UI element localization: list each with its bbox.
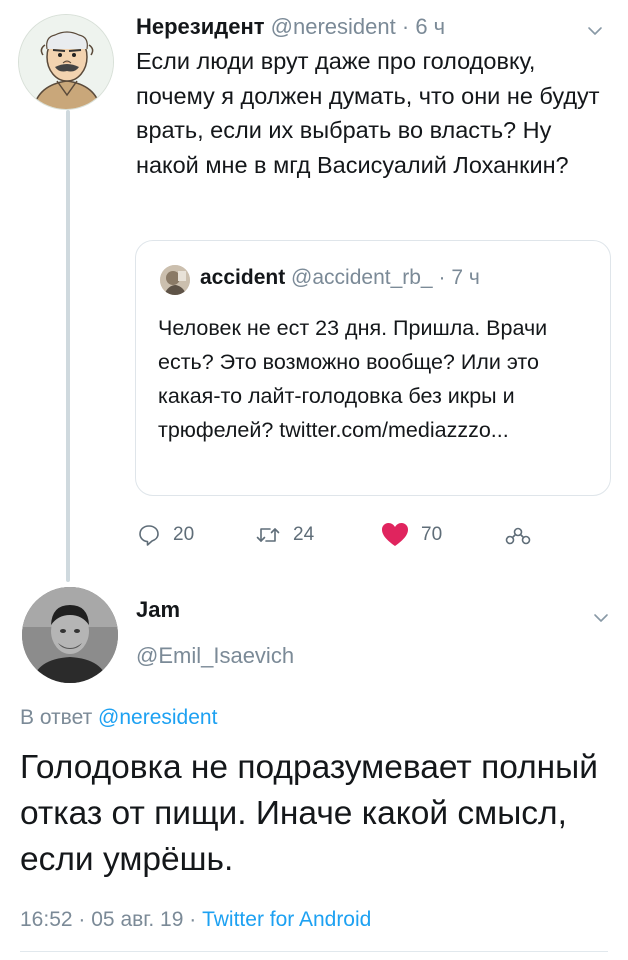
avatar[interactable]	[22, 587, 118, 683]
quote-text: Человек не ест 23 дня. Пришла. Врачи ест…	[158, 316, 548, 442]
divider	[20, 951, 608, 952]
quote-header: accident @accident_rb_ · 7 ч	[200, 263, 480, 293]
tweet-actions: 20 24 70	[135, 515, 605, 555]
tweet-time: 16:52	[20, 908, 73, 931]
separator-dot: ·	[438, 266, 446, 289]
quoted-tweet[interactable]: accident @accident_rb_ · 7 ч Человек не …	[135, 240, 611, 496]
separator-dot: ·	[189, 908, 197, 931]
author-handle[interactable]: @Emil_Isaevich	[136, 641, 294, 671]
heart-icon	[382, 523, 408, 546]
chevron-down-icon[interactable]	[586, 22, 604, 40]
reply-prefix: В ответ	[20, 706, 93, 729]
reply-count: 20	[173, 524, 195, 545]
reply-to-link[interactable]: @neresident	[98, 706, 217, 729]
quote-time: 7 ч	[451, 266, 480, 289]
author-name[interactable]: Jam	[136, 595, 180, 625]
chevron-down-icon[interactable]	[592, 609, 610, 627]
tweet-source-link[interactable]: Twitter for Android	[202, 908, 371, 931]
reply-context: В ответ @neresident	[20, 703, 217, 733]
reply-icon	[139, 525, 159, 546]
retweet-button[interactable]: 24	[255, 515, 314, 555]
quote-avatar	[160, 265, 190, 295]
share-icon	[505, 527, 531, 545]
retweet-count: 24	[293, 524, 315, 545]
reply-button[interactable]: 20	[137, 515, 194, 555]
tweet-neresident[interactable]: Нерезидент @neresident · 6 ч Если люди в…	[0, 0, 628, 590]
avatar[interactable]	[18, 14, 114, 110]
tweet-header: Нерезидент @neresident · 6 ч	[136, 12, 445, 42]
tweet-date: 05 авг. 19	[91, 908, 184, 931]
author-handle[interactable]: @neresident	[271, 14, 396, 39]
tweet-time[interactable]: 6 ч	[415, 14, 445, 39]
separator-dot: ·	[78, 908, 86, 931]
retweet-icon	[256, 528, 280, 542]
quote-author-handle: @accident_rb_	[291, 266, 433, 289]
tweet-meta: 16:52 · 05 авг. 19 · Twitter for Android	[20, 905, 371, 935]
tweet-text: Голодовка не подразумевает полный отказ …	[20, 749, 598, 878]
quote-author-name: accident	[200, 266, 286, 289]
tweet-jam[interactable]: Jam @Emil_Isaevich В ответ @neresident Г…	[0, 585, 628, 960]
author-name[interactable]: Нерезидент	[136, 14, 265, 39]
share-button[interactable]	[505, 515, 543, 555]
like-button[interactable]: 70	[381, 515, 442, 555]
quote-avatar-image	[160, 265, 190, 295]
separator-dot: ·	[401, 14, 410, 39]
tweet-text: Если люди врут даже про голодовку, почем…	[136, 48, 600, 178]
like-count: 70	[421, 524, 443, 545]
photo-avatar-image	[22, 587, 118, 683]
cartoon-avatar-image	[19, 15, 113, 109]
